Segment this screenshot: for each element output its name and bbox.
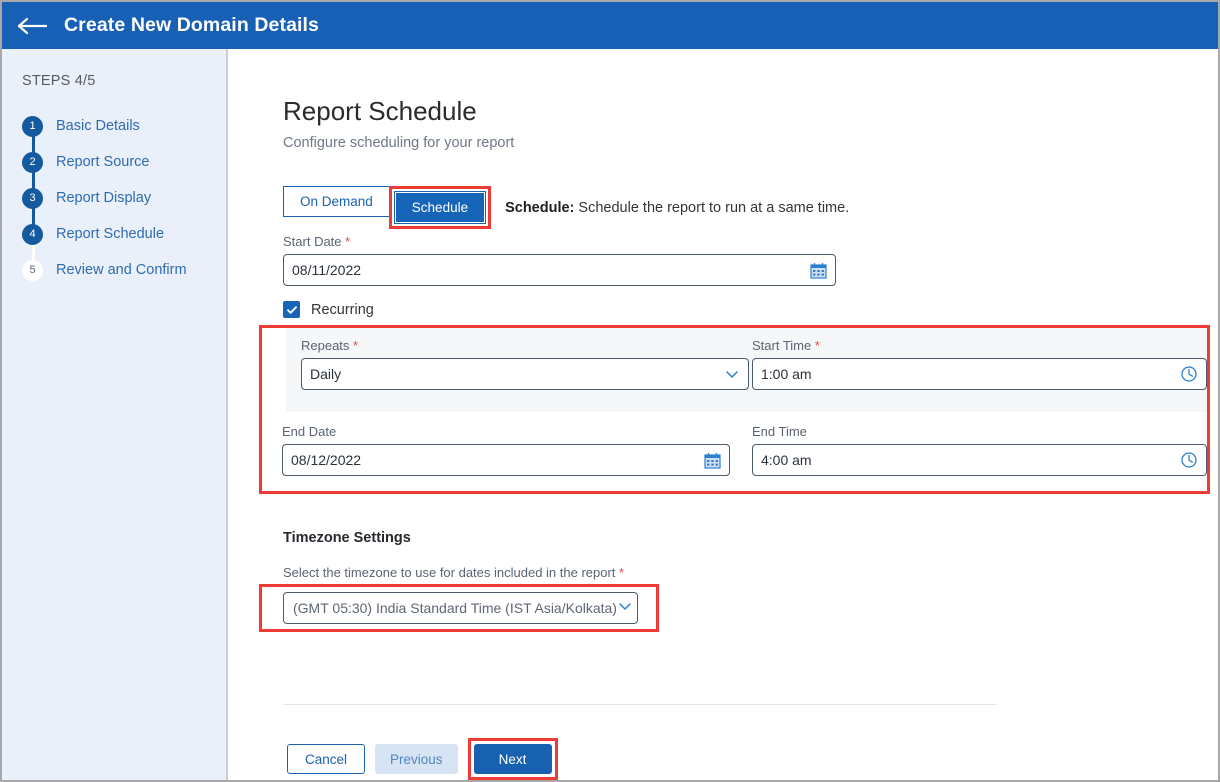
repeats-label: Repeats * [301,338,749,353]
main-content: Report Schedule Configure scheduling for… [230,49,1218,780]
required-asterisk: * [345,234,350,249]
start-time-value: 1:00 am [761,366,1180,382]
start-time-input[interactable]: 1:00 am [752,358,1207,390]
sidebar-item-report-source[interactable]: 2 Report Source [22,144,222,180]
timezone-section-title: Timezone Settings [283,530,411,546]
required-asterisk: * [619,565,624,580]
next-button-highlight: Next [468,738,558,780]
schedule-toggle-button[interactable]: Schedule [395,192,485,223]
recurring-label: Recurring [311,302,374,318]
footer-divider [283,704,997,705]
page-title-header: Create New Domain Details [64,14,319,37]
steps-sidebar: STEPS 4/5 1 Basic Details 2 Report Sourc… [2,49,228,780]
sidebar-item-label: Report Schedule [56,226,164,242]
end-time-input[interactable]: 4:00 am [752,444,1207,476]
calendar-icon[interactable] [810,262,827,279]
next-button[interactable]: Next [474,744,552,774]
sidebar-item-label: Review and Confirm [56,262,187,278]
step-number-badge: 3 [22,188,43,209]
schedule-toggle-highlight: Schedule [389,186,491,229]
start-date-label: Start Date * [283,234,350,249]
page-subtitle: Configure scheduling for your report [283,135,514,151]
on-demand-toggle-button[interactable]: On Demand [283,186,389,217]
start-date-label-text: Start Date [283,234,342,249]
back-arrow-icon[interactable] [16,15,50,37]
start-time-field: Start Time * 1:00 am [752,338,1207,390]
required-asterisk: * [353,338,358,353]
page-title: Report Schedule [283,96,477,127]
repeats-field: Repeats * Daily [301,338,749,390]
timezone-select[interactable]: (GMT 05:30) India Standard Time (IST Asi… [283,592,638,624]
schedule-mode-description: Schedule: Schedule the report to run at … [505,200,849,216]
clock-icon[interactable] [1180,451,1198,469]
start-time-label: Start Time * [752,338,1207,353]
app-header: Create New Domain Details [2,2,1218,49]
start-time-label-text: Start Time [752,338,811,353]
repeats-select[interactable]: Daily [301,358,749,390]
timezone-description: Select the timezone to use for dates inc… [283,565,624,580]
sidebar-item-label: Report Source [56,154,150,170]
step-number-badge: 4 [22,224,43,245]
schedule-mode-toggle-group: On Demand Schedule [283,186,491,229]
step-number-badge: 2 [22,152,43,173]
repeats-value: Daily [310,366,724,382]
recurrence-block-highlight: Repeats * Daily Start Time * [259,325,1210,494]
footer-button-row: Cancel Previous Next [287,738,558,780]
end-date-input[interactable]: 08/12/2022 [282,444,730,476]
schedule-mode-description-text: Schedule the report to run at a same tim… [574,200,849,216]
timezone-value: (GMT 05:30) India Standard Time (IST Asi… [293,600,630,616]
sidebar-item-label: Report Display [56,190,151,206]
end-date-value: 08/12/2022 [291,452,704,468]
previous-button[interactable]: Previous [375,744,458,774]
step-number-badge: 1 [22,116,43,137]
app-window: Create New Domain Details STEPS 4/5 1 Ba… [0,0,1220,782]
recurring-checkbox-row[interactable]: Recurring [283,301,374,318]
end-time-field: End Time 4:00 am [752,424,1207,476]
sidebar-item-label: Basic Details [56,118,140,134]
start-date-value: 08/11/2022 [292,262,810,278]
sidebar-item-report-display[interactable]: 3 Report Display [22,180,222,216]
recurring-checkbox[interactable] [283,301,300,318]
timezone-description-text: Select the timezone to use for dates inc… [283,565,615,580]
schedule-mode-row: On Demand Schedule Schedule: Schedule th… [283,186,849,229]
end-time-label: End Time [752,424,1207,439]
calendar-icon[interactable] [704,452,721,469]
schedule-mode-description-label: Schedule: [505,200,574,216]
clock-icon[interactable] [1180,365,1198,383]
cancel-button[interactable]: Cancel [287,744,365,774]
required-asterisk: * [815,338,820,353]
end-date-label: End Date [282,424,730,439]
sidebar-item-report-schedule[interactable]: 4 Report Schedule [22,216,222,252]
end-date-field: End Date 08/12/2022 [282,424,730,476]
end-time-value: 4:00 am [761,452,1180,468]
steps-list: 1 Basic Details 2 Report Source 3 Report… [22,108,222,288]
repeats-label-text: Repeats [301,338,349,353]
chevron-down-icon[interactable] [724,366,740,382]
start-date-input[interactable]: 08/11/2022 [283,254,836,286]
sidebar-item-basic-details[interactable]: 1 Basic Details [22,108,222,144]
step-number-badge: 5 [22,260,43,281]
chevron-down-icon[interactable] [617,598,633,619]
sidebar-item-review-and-confirm[interactable]: 5 Review and Confirm [22,252,222,288]
steps-counter: STEPS 4/5 [22,73,96,89]
